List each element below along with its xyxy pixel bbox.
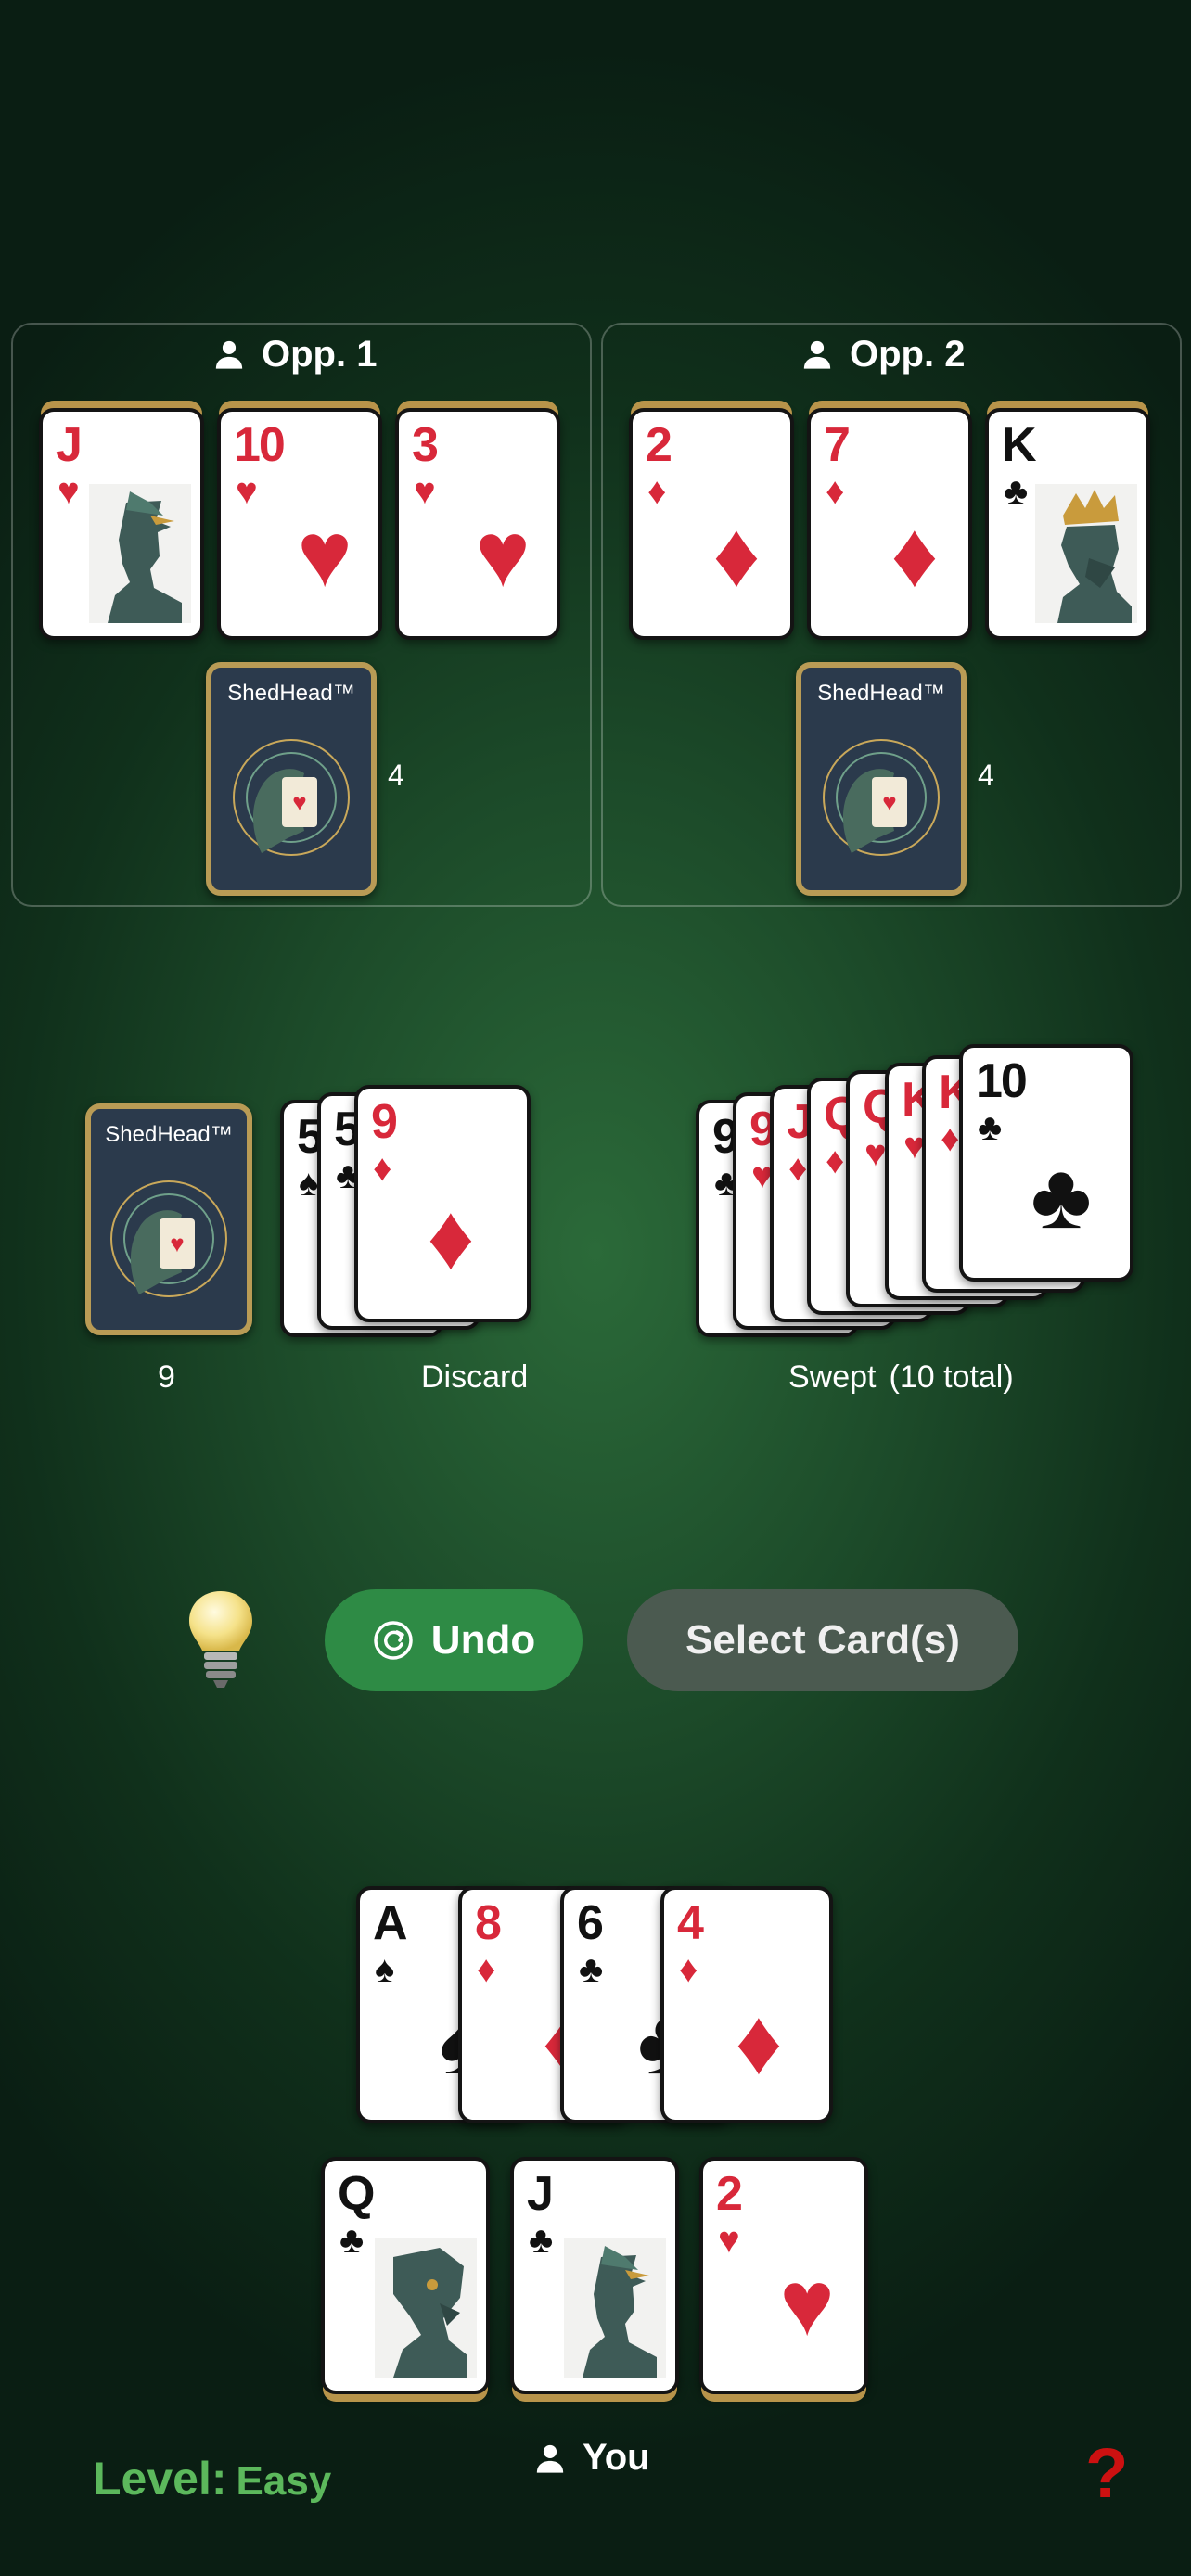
opp2-card-3: K ♣ [985, 408, 1150, 640]
person-icon [803, 340, 831, 369]
card-rank: 10 [234, 418, 286, 472]
opp2-card-2: 7 ♦ ♦ [807, 408, 972, 640]
discard-card-top[interactable]: 9 ♦ ♦ [354, 1085, 531, 1322]
card-suit-large: ♦ [890, 503, 939, 606]
opp1-card-2: 10 ♥ ♥ [217, 408, 382, 640]
level-indicator[interactable]: Level: Easy [93, 2452, 331, 2506]
svg-text:♥: ♥ [170, 1230, 184, 1257]
card-suit: ♦ [373, 1148, 392, 1189]
card-suit: ♦ [788, 1148, 808, 1189]
card-suit: ♠ [375, 1949, 395, 1990]
select-cards-label: Select Card(s) [685, 1617, 960, 1663]
opponent-1-name: Opp. 1 [262, 333, 378, 375]
svg-text:♥: ♥ [882, 788, 896, 816]
card-rank: 6 [577, 1896, 604, 1950]
person-icon [536, 2444, 564, 2473]
card-suit: ♥ [414, 471, 436, 512]
card-suit: ♣ [1004, 471, 1029, 512]
opp2-card-1: 2 ♦ ♦ [629, 408, 794, 640]
card-rank: 7 [824, 418, 851, 472]
help-icon[interactable]: ? [1085, 2437, 1128, 2511]
select-cards-button[interactable]: Select Card(s) [627, 1589, 1018, 1691]
card-suit: ♣ [579, 1949, 604, 1990]
card-suit: ♦ [679, 1949, 698, 1990]
card-suit: ♥ [864, 1133, 887, 1174]
undo-button[interactable]: Undo [325, 1589, 583, 1691]
card-back-title: ShedHead™ [817, 681, 945, 706]
jack-portrait-icon [89, 484, 191, 623]
card-suit-large: ♦ [427, 1185, 475, 1289]
opp1-card-1: J ♥ [39, 408, 204, 640]
level-value: Easy [236, 2458, 332, 2504]
card-suit: ♥ [718, 2220, 740, 2261]
card-suit: ♣ [978, 1107, 1003, 1148]
card-suit-large: ♦ [735, 1990, 783, 2094]
card-suit: ♠ [299, 1163, 319, 1204]
card-rank: 8 [475, 1896, 502, 1950]
card-rank: 2 [646, 418, 672, 472]
player-faceup-card-2[interactable]: J ♣ [510, 2157, 679, 2394]
card-rank: K [1002, 418, 1037, 472]
head-circuit-icon: ♥ [224, 714, 358, 886]
card-suit-large: ♥ [475, 503, 531, 606]
card-suit: ♣ [339, 2220, 365, 2261]
card-suit: ♦ [826, 471, 845, 512]
card-suit: ♥ [236, 471, 258, 512]
opponent-1-title: Opp. 1 [213, 330, 377, 378]
opponent-2-title: Opp. 2 [801, 330, 965, 378]
card-suit: ♣ [529, 2220, 554, 2261]
card-rank: 2 [716, 2167, 743, 2221]
draw-pile[interactable]: ShedHead™ ♥ [85, 1103, 252, 1335]
opp1-hand-card-back: ShedHead™ ♥ [206, 662, 377, 896]
undo-label: Undo [430, 1617, 536, 1663]
opp2-hand-card-back: ShedHead™ ♥ [796, 662, 967, 896]
person-icon [215, 340, 243, 369]
card-suit: ♦ [477, 1949, 496, 1990]
king-portrait-icon [1035, 484, 1137, 623]
opp1-hand-count: 4 [388, 759, 404, 792]
card-rank: 3 [412, 418, 439, 472]
opponent-2-name: Opp. 2 [850, 333, 966, 375]
jack-portrait-icon [564, 2238, 666, 2378]
opp2-hand-count: 4 [978, 759, 994, 792]
card-suit-large: ♣ [1031, 1144, 1092, 1248]
card-suit-large: ♥ [297, 503, 352, 606]
undo-icon [374, 1621, 413, 1660]
card-suit: ♥ [58, 471, 80, 512]
lightbulb-icon[interactable] [184, 1588, 258, 1691]
card-back-title: ShedHead™ [105, 1122, 233, 1147]
card-rank: 10 [976, 1054, 1028, 1108]
player-faceup-card-1[interactable]: Q ♣ [321, 2157, 490, 2394]
card-rank: 9 [371, 1095, 398, 1149]
player-name-label: You [534, 2437, 650, 2479]
player-faceup-card-3[interactable]: 2 ♥ ♥ [699, 2157, 868, 2394]
card-rank: A [373, 1896, 408, 1950]
card-rank: 4 [677, 1896, 704, 1950]
card-suit-large: ♦ [712, 503, 761, 606]
player-name: You [583, 2437, 650, 2478]
card-rank: J [527, 2167, 554, 2221]
card-back-title: ShedHead™ [227, 681, 355, 706]
card-suit: ♦ [647, 471, 667, 512]
head-circuit-icon: ♥ [102, 1155, 236, 1328]
swept-label: Swept (10 total) [788, 1359, 1014, 1396]
hand-card-4[interactable]: 4 ♦ ♦ [660, 1886, 833, 2123]
queen-portrait-icon [375, 2238, 477, 2378]
swept-card-top: 10 ♣ ♣ [959, 1044, 1133, 1282]
swept-label-text: Swept [788, 1359, 877, 1395]
head-circuit-icon: ♥ [814, 714, 948, 886]
card-rank: Q [338, 2167, 375, 2221]
level-label: Level: [93, 2453, 227, 2505]
discard-label: Discard [421, 1359, 529, 1395]
svg-text:♥: ♥ [292, 788, 306, 816]
opp1-card-3: 3 ♥ ♥ [395, 408, 560, 640]
swept-total: (10 total) [889, 1359, 1014, 1395]
card-suit-large: ♥ [779, 2251, 835, 2355]
card-suit: ♦ [941, 1118, 960, 1159]
card-rank: J [56, 418, 83, 472]
draw-pile-count: 9 [158, 1359, 175, 1395]
card-suit: ♦ [826, 1141, 845, 1181]
